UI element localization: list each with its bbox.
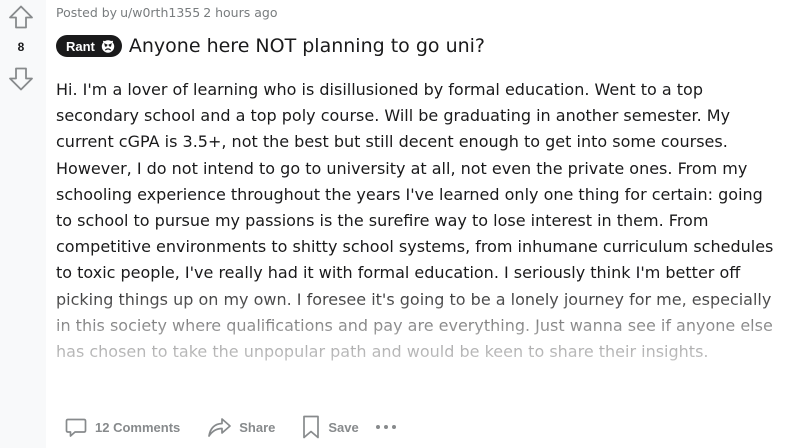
upvote-arrow-icon <box>9 5 33 29</box>
vote-column: 8 <box>0 0 46 448</box>
share-arrow-icon <box>208 418 232 437</box>
more-options-button[interactable] <box>371 410 401 444</box>
angry-face-emoji-icon <box>101 40 115 53</box>
bookmark-icon <box>303 415 320 439</box>
downvote-button[interactable] <box>8 66 34 92</box>
flair-badge[interactable]: Rant <box>56 35 122 57</box>
post-body: Hi. I'm a lover of learning who is disil… <box>56 77 781 391</box>
comment-bubble-icon <box>65 418 87 437</box>
comments-button[interactable]: 12 Comments <box>60 410 184 444</box>
post-timestamp[interactable]: 2 hours ago <box>203 5 277 20</box>
upvote-button[interactable] <box>8 4 34 30</box>
flair-label: Rant <box>66 38 95 54</box>
save-button[interactable]: Save <box>297 410 362 444</box>
post-actions-bar: 12 Comments Share Save <box>60 410 401 444</box>
post-card: 8 Posted byu/w0rth13552 hours ago Rant <box>0 0 785 448</box>
post-body-text: Hi. I'm a lover of learning who is disil… <box>56 80 774 362</box>
save-label: Save <box>328 419 359 435</box>
comments-label: 12 Comments <box>95 419 181 435</box>
vote-score: 8 <box>17 40 25 54</box>
author-link[interactable]: u/w0rth1355 <box>120 5 200 20</box>
more-options-icon <box>375 425 396 429</box>
title-row: Rant Anyone here NOT planning to go uni? <box>56 35 485 57</box>
posted-by-label: Posted by <box>56 5 118 20</box>
share-label: Share <box>239 419 276 435</box>
share-button[interactable]: Share <box>202 410 279 444</box>
post-meta: Posted by u/w0rth1355 2 hours ago <box>56 5 277 20</box>
downvote-arrow-icon <box>9 67 33 91</box>
post-title[interactable]: Anyone here NOT planning to go uni? <box>129 35 485 57</box>
